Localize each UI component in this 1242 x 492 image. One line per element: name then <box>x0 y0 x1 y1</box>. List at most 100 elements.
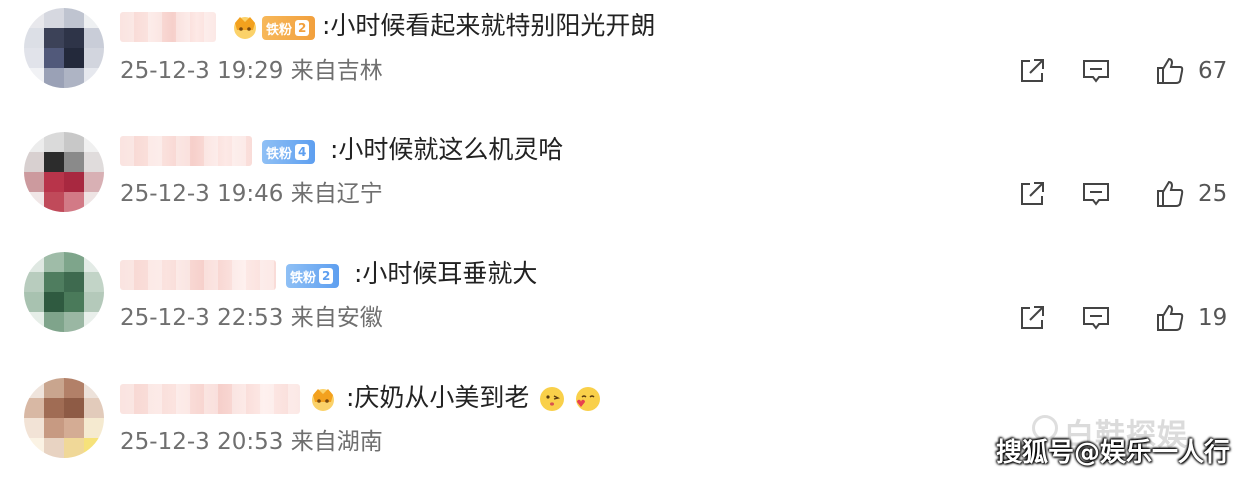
avatar-pixel <box>44 252 64 272</box>
avatar-pixel <box>84 398 104 418</box>
like-button[interactable]: 19 <box>1154 302 1227 334</box>
avatar[interactable] <box>24 8 104 88</box>
kiss-emoji-icon <box>540 387 565 411</box>
share-icon[interactable] <box>1016 178 1048 210</box>
avatar-pixel <box>84 172 104 192</box>
avatar-pixel <box>24 292 44 312</box>
thumbs-up-icon <box>1157 57 1184 84</box>
avatar-pixel <box>44 192 64 212</box>
avatar-pixel <box>64 378 84 398</box>
comment-text-content: :庆奶从小美到老 <box>346 383 530 412</box>
avatar-pixel <box>84 8 104 28</box>
fan-badge[interactable]: 铁粉 2 <box>286 264 340 288</box>
fan-badge-label: 铁粉 <box>266 146 293 162</box>
avatar-pixel <box>64 398 84 418</box>
avatar-pixel <box>24 252 44 272</box>
comment-location: 来自吉林 <box>290 58 383 84</box>
comment-text: :小时候看起来就特别阳光开朗 <box>322 11 656 40</box>
username-blurred[interactable] <box>120 260 276 290</box>
avatar[interactable] <box>24 132 104 212</box>
avatar-pixel <box>44 312 64 332</box>
avatar-pixel <box>84 28 104 48</box>
comment-location: 来自安徽 <box>290 305 383 331</box>
avatar-pixel <box>64 192 84 212</box>
avatar-pixel <box>44 48 64 68</box>
comment-time: 19:46 <box>217 181 284 207</box>
comment-date: 25-12-3 <box>120 305 210 331</box>
avatar-pixel <box>44 28 64 48</box>
comment-date: 25-12-3 <box>120 429 210 455</box>
comment-text: :庆奶从小美到老 <box>346 383 601 413</box>
fan-badge-level: 2 <box>295 20 310 36</box>
avatar-pixel <box>24 418 44 438</box>
blowing-kiss-emoji-icon <box>576 387 601 411</box>
avatar-pixel <box>44 172 64 192</box>
username-blurred[interactable] <box>120 136 252 166</box>
avatar-pixel <box>24 68 44 88</box>
avatar-pixel <box>44 272 64 292</box>
avatar-pixel <box>44 418 64 438</box>
reply-icon[interactable] <box>1080 178 1112 210</box>
comment-actions: 19 <box>1016 302 1227 334</box>
avatar-pixel <box>24 8 44 28</box>
fan-badge-level: 4 <box>295 144 310 160</box>
like-count: 25 <box>1198 181 1228 207</box>
avatar-pixel <box>24 398 44 418</box>
comment-location: 来自湖南 <box>290 429 383 455</box>
comment-time: 22:53 <box>217 305 284 331</box>
comment-actions: 25 <box>1016 178 1227 210</box>
avatar-pixel <box>84 192 104 212</box>
avatar-pixel <box>64 252 84 272</box>
avatar-pixel <box>84 292 104 312</box>
fan-badge[interactable]: 铁粉 2 <box>262 16 316 40</box>
avatar-pixel <box>64 438 84 458</box>
avatar-pixel <box>84 132 104 152</box>
comment-date: 25-12-3 <box>120 58 210 84</box>
avatar-pixel <box>24 48 44 68</box>
avatar-pixel <box>84 272 104 292</box>
avatar-pixel <box>84 252 104 272</box>
comment-actions: 67 <box>1016 55 1227 87</box>
comment-meta: 25-12-3 19:46 来自辽宁 <box>120 180 383 208</box>
like-button[interactable]: 25 <box>1154 178 1227 210</box>
avatar[interactable] <box>24 378 104 458</box>
avatar[interactable] <box>24 252 104 332</box>
avatar-pixel <box>84 68 104 88</box>
username-blurred[interactable] <box>120 384 300 414</box>
avatar-pixel <box>64 28 84 48</box>
avatar-pixel <box>84 312 104 332</box>
avatar-pixel <box>64 172 84 192</box>
avatar-pixel <box>44 68 64 88</box>
reply-icon[interactable] <box>1080 55 1112 87</box>
reply-icon[interactable] <box>1080 302 1112 334</box>
comment-text: :小时候耳垂就大 <box>354 259 538 288</box>
avatar-pixel <box>24 378 44 398</box>
share-icon[interactable] <box>1016 55 1048 87</box>
avatar-pixel <box>44 438 64 458</box>
username-blurred[interactable] <box>120 12 216 42</box>
comment-date: 25-12-3 <box>120 181 210 207</box>
comment-meta: 25-12-3 20:53 来自湖南 <box>120 428 383 456</box>
avatar-pixel <box>84 152 104 172</box>
avatar-pixel <box>24 28 44 48</box>
thumbs-up-icon <box>1157 180 1184 207</box>
avatar-pixel <box>64 152 84 172</box>
avatar-pixel <box>24 172 44 192</box>
avatar-pixel <box>24 312 44 332</box>
avatar-pixel <box>24 272 44 292</box>
fan-badge[interactable]: 铁粉 4 <box>262 140 316 164</box>
share-icon[interactable] <box>1016 302 1048 334</box>
comment-location: 来自辽宁 <box>290 181 383 207</box>
avatar-pixel <box>84 378 104 398</box>
comment-text: :小时候就这么机灵哈 <box>330 135 564 164</box>
like-count: 19 <box>1198 305 1228 331</box>
crown-icon <box>312 389 334 411</box>
fan-badge-label: 铁粉 <box>290 270 317 286</box>
avatar-pixel <box>64 292 84 312</box>
comment-item: 铁粉 2 :小时候看起来就特别阳光开朗 25-12-3 19:29 来自吉林 6… <box>0 0 1242 120</box>
fan-badge-label: 铁粉 <box>266 22 293 38</box>
avatar-pixel <box>24 438 44 458</box>
like-button[interactable]: 67 <box>1154 55 1227 87</box>
avatar-pixel <box>24 132 44 152</box>
comment-item: 铁粉 2 :小时候耳垂就大 25-12-3 22:53 来自安徽 19 <box>0 248 1242 368</box>
